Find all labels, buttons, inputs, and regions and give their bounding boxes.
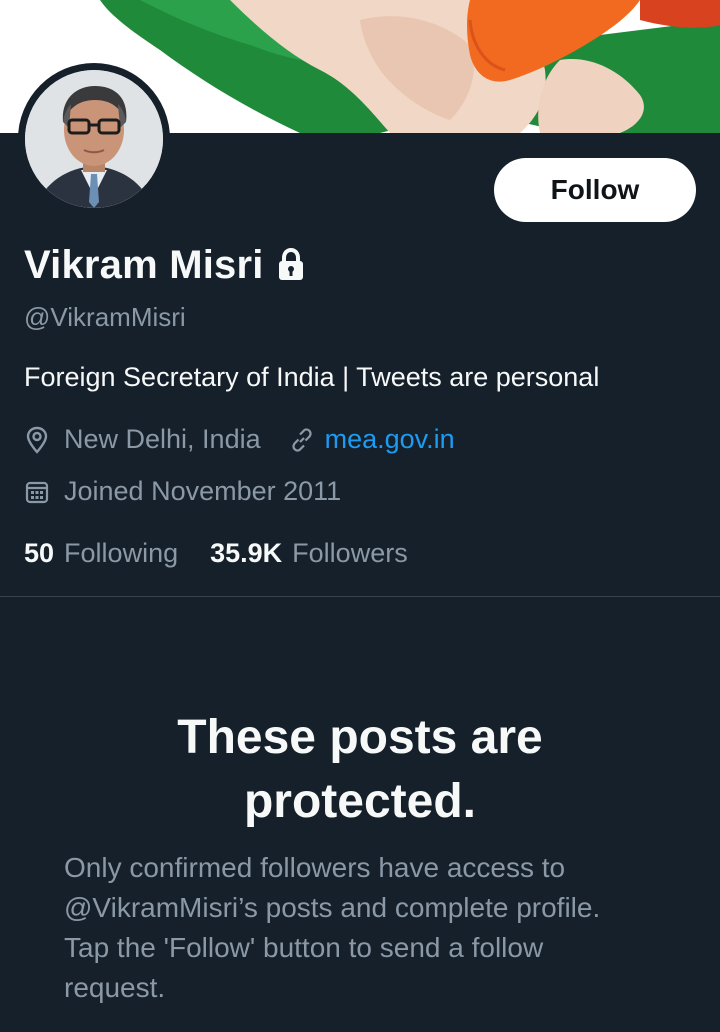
following-count: 50 xyxy=(24,538,55,568)
profile-website-link[interactable]: mea.gov.in xyxy=(325,424,455,455)
calendar-icon xyxy=(25,481,49,503)
profile-handle: @VikramMisri xyxy=(24,302,186,332)
followers-count: 35.9K xyxy=(210,538,283,568)
protected-posts-title: These posts are protected. xyxy=(177,711,543,828)
followers-label: Followers xyxy=(292,538,408,568)
avatar[interactable] xyxy=(25,70,163,208)
follow-button[interactable]: Follow xyxy=(494,158,696,222)
protected-posts-message: Only confirmed followers have access to … xyxy=(64,852,601,1003)
avatar-image xyxy=(25,70,163,208)
profile-stats: 50 Following 35.9K Followers xyxy=(24,538,408,569)
section-divider xyxy=(0,596,720,597)
profile-joined-date: Joined November 2011 xyxy=(64,476,342,506)
following-label: Following xyxy=(64,538,179,568)
profile-meta-joined-row: Joined November 2011 xyxy=(24,476,341,507)
profile-meta-location-row: New Delhi, India mea.gov.in xyxy=(24,424,455,455)
profile-name-row: Vikram Misri xyxy=(24,240,306,290)
followers-link[interactable]: 35.9K Followers xyxy=(210,538,408,569)
following-link[interactable]: 50 Following xyxy=(24,538,178,569)
link-icon xyxy=(291,427,312,452)
profile-location: New Delhi, India xyxy=(64,424,261,454)
display-name: Vikram Misri xyxy=(24,242,264,287)
location-pin-icon xyxy=(26,426,48,454)
profile-bio: Foreign Secretary of India | Tweets are … xyxy=(24,362,600,392)
lock-icon xyxy=(276,247,306,282)
